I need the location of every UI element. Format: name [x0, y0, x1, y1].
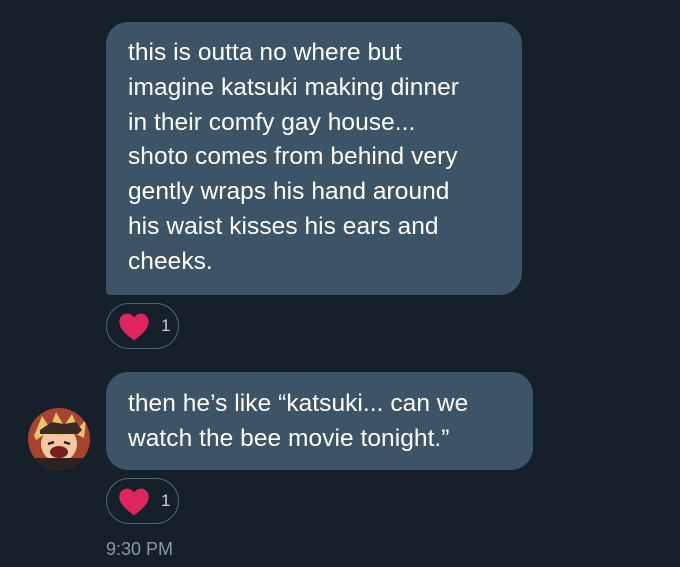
reaction-chip[interactable]: 1: [106, 478, 179, 524]
heart-icon: [119, 313, 149, 341]
reaction-count: 1: [161, 316, 171, 335]
message-bubble[interactable]: this is outta no where but imagine katsu…: [106, 22, 522, 295]
heart-icon: [119, 488, 149, 516]
message-bubble[interactable]: then he’s like “katsuki... can we watch …: [106, 372, 533, 470]
reaction-chip[interactable]: 1: [106, 303, 179, 349]
reaction-count: 1: [161, 491, 171, 510]
avatar-image: [28, 408, 90, 470]
timestamp: 9:30 PM: [106, 539, 174, 559]
avatar[interactable]: [28, 408, 90, 470]
